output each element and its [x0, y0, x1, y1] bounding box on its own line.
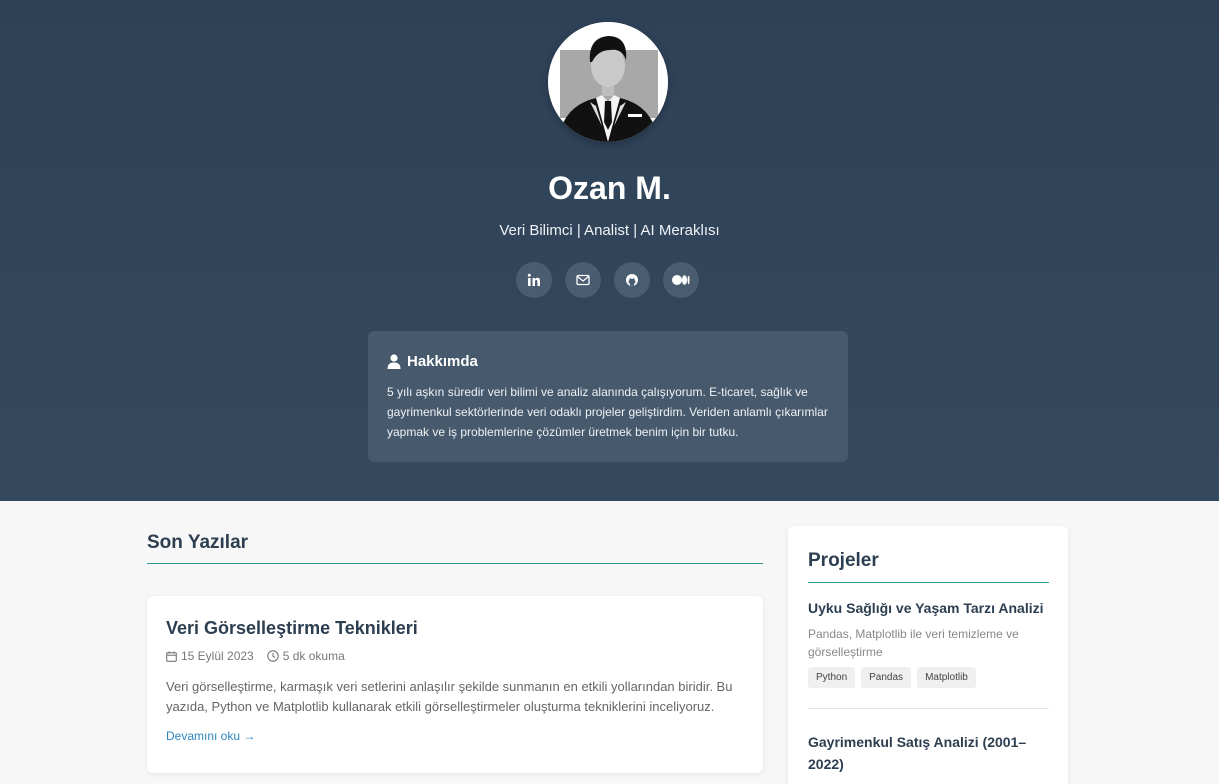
- post-excerpt: Veri görselleştirme, karmaşık veri setle…: [166, 679, 733, 714]
- project-description: Pandas, Matplotlib ile veri temizleme ve…: [808, 627, 1019, 659]
- about-title: Hakkımda: [407, 353, 478, 370]
- about-card: Hakkımda 5 yılı aşkın süredir veri bilim…: [368, 331, 848, 462]
- project-tag: Pandas: [861, 667, 912, 688]
- read-more-link[interactable]: Devamını oku →: [166, 729, 255, 743]
- github-link[interactable]: [614, 262, 650, 298]
- project-tag: Python: [808, 667, 856, 688]
- project-item: Uyku Sağlığı ve Yaşam Tarzı Analizi Pand…: [808, 597, 1048, 688]
- profile-name: Ozan M.: [548, 170, 671, 206]
- post-date-text: 15 Eylül 2023: [181, 649, 254, 663]
- post-title[interactable]: Veri Görselleştirme Teknikleri: [166, 618, 744, 639]
- about-text: 5 yılı aşkın süredir veri bilimi ve anal…: [387, 385, 828, 439]
- about-heading: Hakkımda: [387, 353, 829, 370]
- project-tag: Matplotlib: [917, 667, 976, 688]
- mail-icon: [576, 274, 590, 286]
- github-icon: [626, 274, 638, 286]
- post-read-time: 5 dk okuma: [266, 649, 345, 663]
- post-date: 15 Eylül 2023: [166, 649, 254, 663]
- linkedin-icon: [527, 273, 540, 286]
- profile-subtitle: Veri Bilimci | Analist | AI Meraklısı: [499, 222, 720, 239]
- projects-section-title: Projeler: [808, 550, 879, 571]
- post-card: Veri Görselleştirme Teknikleri 15 Eylül …: [147, 596, 763, 773]
- clock-icon: [266, 650, 279, 662]
- project-title[interactable]: Uyku Sağlığı ve Yaşam Tarzı Analizi: [808, 597, 1048, 619]
- posts-section-divider: [147, 563, 763, 564]
- projects-section-divider: [808, 582, 1049, 583]
- avatar: [548, 22, 668, 142]
- project-item: Gayrimenkul Satış Analizi (2001–2022): [808, 731, 1048, 775]
- posts-section-title: Son Yazılar: [147, 532, 249, 553]
- project-title[interactable]: Gayrimenkul Satış Analizi (2001–2022): [808, 731, 1048, 775]
- social-links: [516, 262, 699, 298]
- calendar-icon: [166, 650, 177, 662]
- post-read-time-text: 5 dk okuma: [282, 649, 345, 663]
- project-tags: Python Pandas Matplotlib: [808, 667, 1048, 688]
- projects-sidebar: Projeler Uyku Sağlığı ve Yaşam Tarzı Ana…: [788, 526, 1068, 784]
- post-meta: 15 Eylül 2023 5 dk okuma: [166, 649, 744, 663]
- medium-link[interactable]: [663, 262, 699, 298]
- profile-header: Ozan M. Veri Bilimci | Analist | AI Mera…: [0, 0, 1219, 501]
- linkedin-link[interactable]: [516, 262, 552, 298]
- medium-icon: [672, 275, 690, 285]
- project-divider: [808, 708, 1049, 709]
- user-icon: [387, 354, 401, 369]
- avatar-illustration: [548, 22, 668, 142]
- email-link[interactable]: [565, 262, 601, 298]
